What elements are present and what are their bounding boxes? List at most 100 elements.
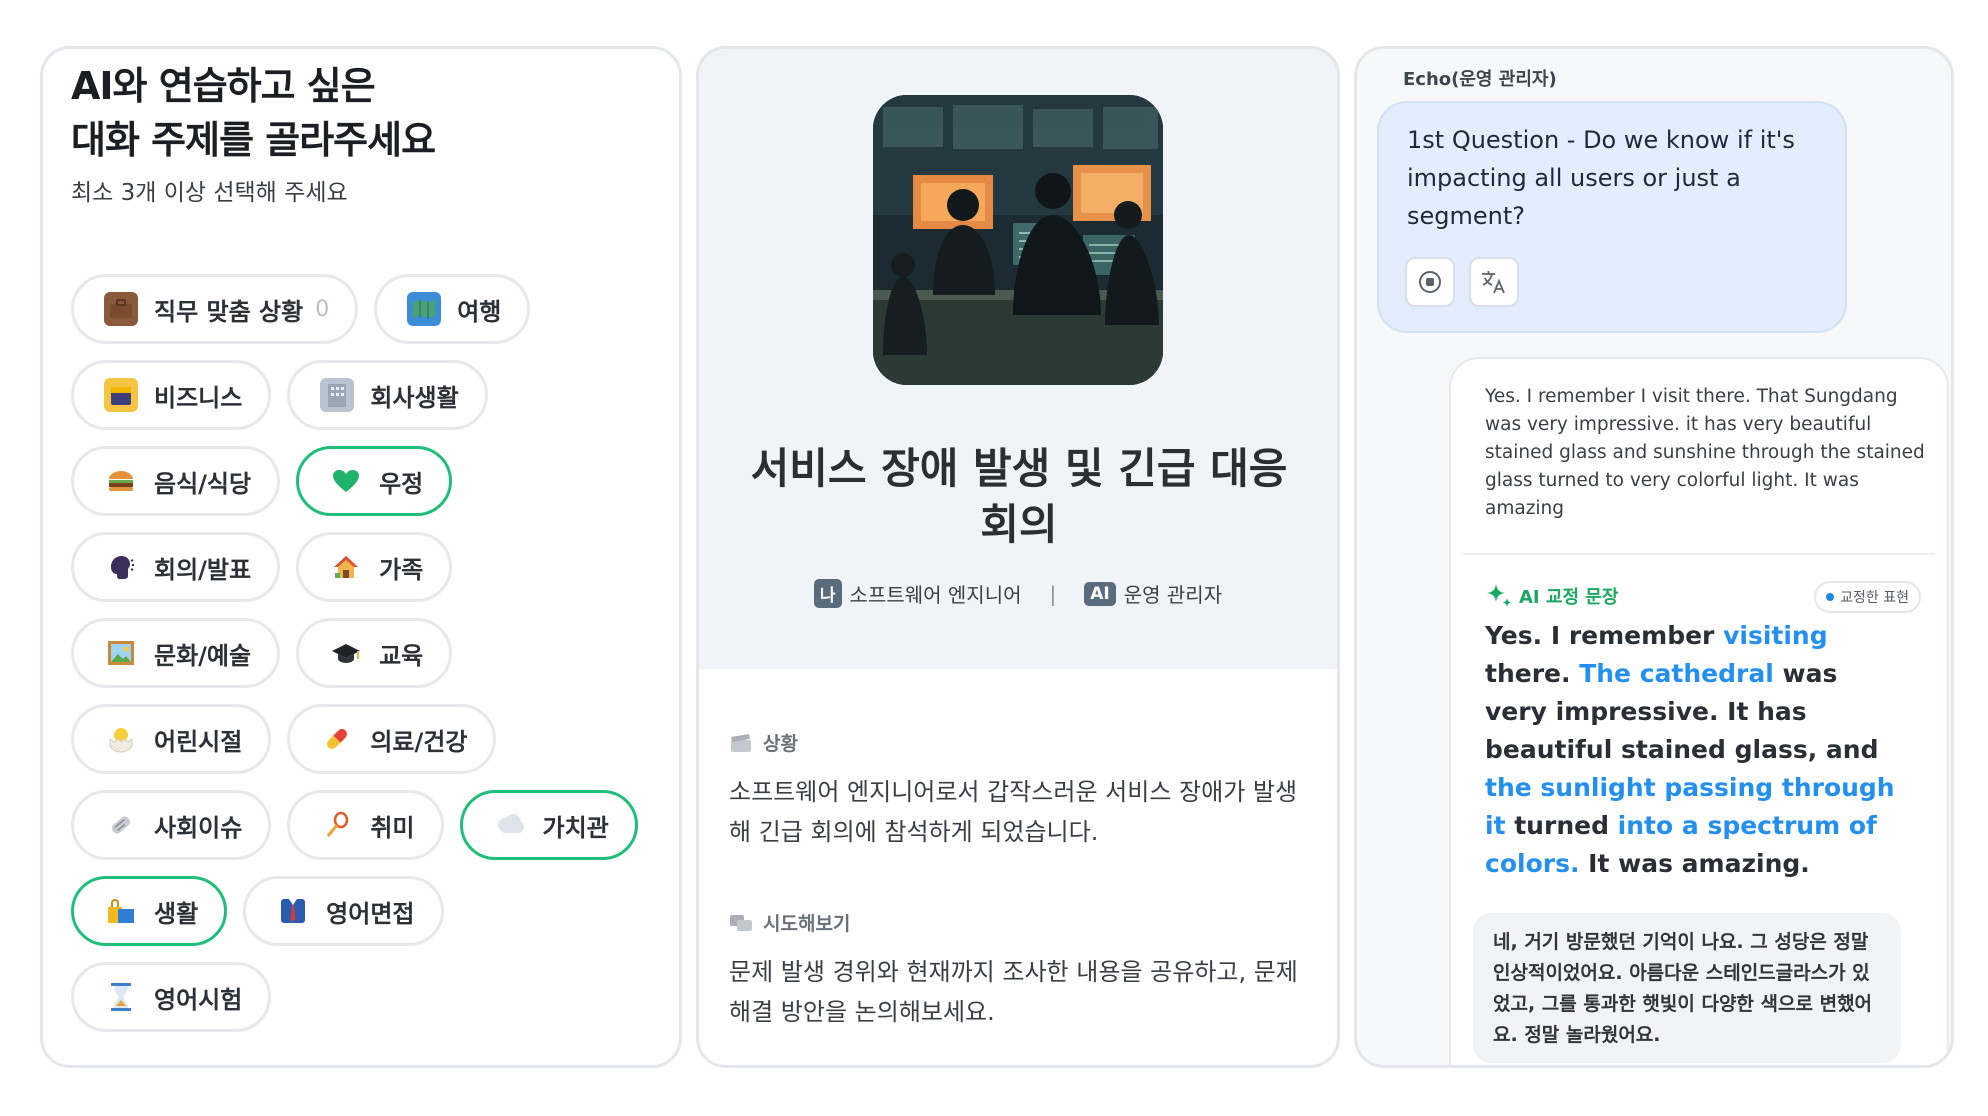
- chip-label: 교육: [379, 641, 424, 670]
- topic-chip[interactable]: 가족: [296, 532, 453, 602]
- legend-badge: 교정한 표현: [1814, 581, 1921, 613]
- map-icon: [407, 292, 442, 326]
- topic-chip[interactable]: 회의/발표: [71, 532, 281, 602]
- chip-label: 영어시험: [154, 985, 243, 1014]
- graduation-cap-icon: [329, 636, 363, 670]
- legend-label: 교정한 표현: [1840, 590, 1909, 606]
- correction-segment: It was amazing.: [1579, 849, 1810, 878]
- user-answer-text: Yes. I remember I visit there. That Sung…: [1485, 386, 1925, 519]
- burger-icon: [104, 464, 138, 498]
- briefcase-icon: [104, 292, 138, 326]
- topic-chip-list: 직무 맞춤 상황 0 여행 비즈니스 회사생활 음식/식당 우정 회의/발표 가…: [71, 274, 671, 1048]
- ai-role-badge: AI: [1084, 581, 1116, 606]
- topic-chip[interactable]: 비즈니스: [71, 360, 272, 430]
- chip-label: 의료/건강: [370, 727, 468, 756]
- correction-segment: there.: [1485, 659, 1580, 688]
- chip-label: 어린시절: [154, 727, 243, 756]
- try-text: 문제 발생 경위와 현재까지 조사한 내용을 공유하고, 문제 해결 방안을 논…: [729, 958, 1298, 1026]
- chip-label: 영어면접: [326, 899, 415, 928]
- divider: [1463, 553, 1935, 555]
- framed-picture-icon: [104, 636, 138, 670]
- topic-chip[interactable]: 우정: [296, 446, 453, 516]
- my-role-label: 소프트웨어 엔지니어: [849, 583, 1022, 607]
- clapperboard-icon: [731, 733, 751, 752]
- speaking-head-icon: [104, 550, 138, 584]
- pill-icon: [320, 722, 354, 756]
- chip-label: 회사생활: [370, 383, 459, 412]
- scenario-panel: 서비스 장애 발생 및 긴급 대응 회의 나 소프트웨어 엔지니어 | AI 운…: [696, 46, 1340, 1068]
- shopping-bags-icon: [104, 894, 138, 928]
- chip-label: 직무 맞춤 상황: [154, 297, 304, 326]
- situation-section: 상황 소프트웨어 엔지니어로서 갑작스러운 서비스 장애가 발생해 긴급 회의에…: [729, 729, 1319, 852]
- translation-box: 네, 거기 방문했던 기억이 나요. 그 성당은 정말 인상적이었어요. 아름다…: [1473, 913, 1901, 1063]
- correction-label: AI 교정 문장: [1519, 587, 1619, 608]
- chip-label: 여행: [457, 297, 502, 326]
- chip-label: 우정: [379, 469, 424, 498]
- ai-role-label: 운영 관리자: [1123, 583, 1223, 607]
- sparkle-icon: [1487, 584, 1512, 607]
- topic-chip[interactable]: 생활: [71, 876, 228, 946]
- topic-chip[interactable]: 사회이슈: [71, 790, 272, 860]
- house-icon: [329, 550, 363, 584]
- suit-tie-icon: [276, 894, 310, 928]
- corrected-expression: visiting: [1723, 621, 1828, 650]
- green-heart-icon: [329, 464, 363, 498]
- topic-chip[interactable]: 문화/예술: [71, 618, 281, 688]
- legend-dot: [1826, 593, 1835, 601]
- topic-chip[interactable]: 직무 맞춤 상황 0: [71, 274, 359, 344]
- chip-label: 생활: [154, 899, 199, 928]
- office-building-icon: [320, 378, 355, 412]
- correction-header: AI 교정 문장: [1485, 583, 1618, 609]
- translate-button[interactable]: [1469, 257, 1519, 307]
- question-text: 1st Question - Do we know if it's impact…: [1407, 126, 1795, 230]
- topic-chip[interactable]: 여행: [374, 274, 531, 344]
- topic-chip[interactable]: 취미: [287, 790, 444, 860]
- topic-chip[interactable]: 의료/건강: [287, 704, 497, 774]
- chip-label: 음식/식당: [154, 469, 252, 498]
- chip-count: 0: [315, 296, 330, 322]
- chat-bubbles-icon: [730, 914, 752, 931]
- try-label: 시도해보기: [763, 913, 851, 935]
- thought-cloud-icon: [493, 808, 527, 842]
- situation-text: 소프트웨어 엔지니어로서 갑작스러운 서비스 장애가 발생해 긴급 회의에 참석…: [729, 778, 1298, 846]
- chip-label: 가족: [379, 555, 424, 584]
- calendar-icon: [104, 378, 138, 412]
- correction-segment: turned: [1505, 811, 1618, 840]
- page-subtitle: 최소 3개 이상 선택해 주세요: [71, 180, 348, 206]
- topic-chip[interactable]: 가치관: [459, 790, 638, 860]
- page-title: AI와 연습하고 싶은 대화 주제를 골라주세요: [71, 64, 436, 162]
- role-separator: |: [1049, 581, 1057, 606]
- correction-segment: Yes. I remember: [1485, 621, 1724, 650]
- chip-label: 비즈니스: [154, 383, 243, 412]
- chip-label: 가치관: [542, 813, 609, 842]
- corrected-expression: The cathedral: [1579, 659, 1774, 688]
- stop-circle-icon: [1419, 271, 1441, 293]
- hourglass-icon: [104, 980, 138, 1014]
- topic-chip[interactable]: 어린시절: [71, 704, 272, 774]
- chip-label: 회의/발표: [154, 555, 252, 584]
- topic-chip[interactable]: 회사생활: [287, 360, 488, 430]
- badminton-icon: [320, 808, 354, 842]
- user-answer-card: Yes. I remember I visit there. That Sung…: [1449, 357, 1949, 1065]
- topic-chip[interactable]: 교육: [296, 618, 453, 688]
- role-info: 나 소프트웨어 엔지니어 | AI 운영 관리자: [699, 579, 1337, 608]
- topic-chip[interactable]: 음식/식당: [71, 446, 281, 516]
- my-role-badge: 나: [813, 579, 842, 608]
- corrected-sentence: Yes. I remember visiting there. The cath…: [1485, 617, 1905, 883]
- scenario-illustration: [873, 95, 1163, 385]
- translate-icon: [1482, 271, 1505, 294]
- hatching-chick-icon: [104, 722, 138, 756]
- stop-audio-button[interactable]: [1405, 257, 1455, 307]
- topic-chip[interactable]: 영어시험: [71, 962, 272, 1032]
- topic-chip[interactable]: 영어면접: [243, 876, 444, 946]
- scenario-header: 서비스 장애 발생 및 긴급 대응 회의 나 소프트웨어 엔지니어 | AI 운…: [699, 49, 1337, 669]
- chat-panel: Echo(운영 관리자) 1st Question - Do we know i…: [1354, 46, 1954, 1068]
- topic-picker-panel: AI와 연습하고 싶은 대화 주제를 골라주세요 최소 3개 이상 선택해 주세…: [40, 46, 682, 1068]
- speaker-name: Echo(운영 관리자): [1403, 69, 1557, 90]
- situation-label: 상황: [763, 733, 798, 755]
- chip-label: 취미: [370, 813, 415, 842]
- chip-label: 사회이슈: [154, 813, 243, 842]
- scenario-title: 서비스 장애 발생 및 긴급 대응 회의: [750, 444, 1288, 549]
- ai-question-bubble: 1st Question - Do we know if it's impact…: [1377, 101, 1847, 333]
- try-section: 시도해보기 문제 발생 경위와 현재까지 조사한 내용을 공유하고, 문제 해결…: [729, 909, 1319, 1032]
